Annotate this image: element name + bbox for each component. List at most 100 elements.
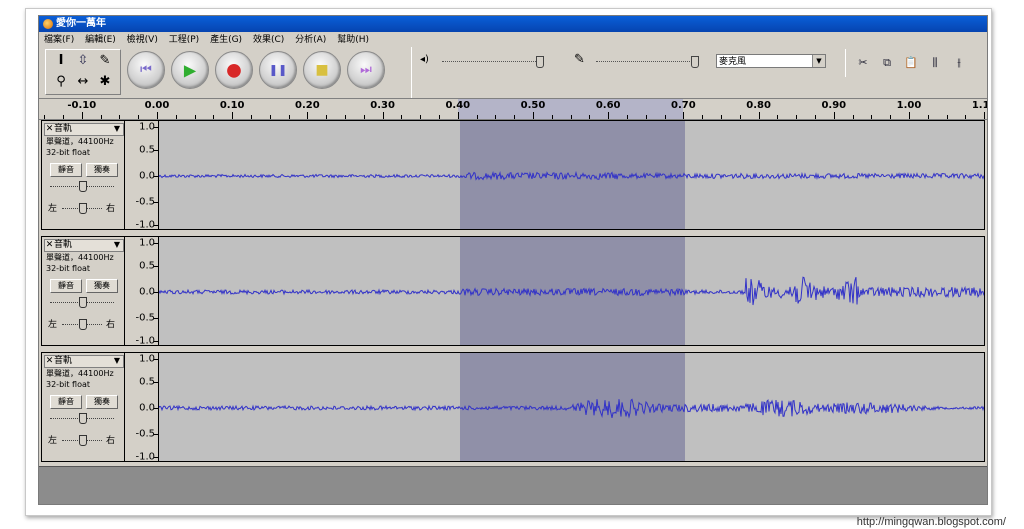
chevron-down-icon[interactable]: ▼ <box>114 124 120 134</box>
gain-slider[interactable] <box>50 413 116 424</box>
ruler-label: 0.30 <box>370 100 395 111</box>
amplitude-label: 0.0 <box>139 170 155 182</box>
skip-end-button[interactable]: ⏭ <box>347 51 385 89</box>
audio-track: ✕音軌 ▼ 單聲道，44100Hz 32-bit float 靜音 獨奏 左 右… <box>41 352 985 464</box>
solo-button[interactable]: 獨奏 <box>86 395 118 409</box>
paste-icon[interactable]: 📋 <box>902 55 920 71</box>
amplitude-tick <box>154 225 158 226</box>
menu-analyze[interactable]: 分析(A) <box>295 35 326 45</box>
stop-button[interactable]: ■ <box>303 51 341 89</box>
track-name-menu[interactable]: ✕音軌 ▼ <box>44 123 124 136</box>
amplitude-label: 1.0 <box>139 121 155 133</box>
waveform-area[interactable] <box>159 352 985 462</box>
mixer-toolbar: ◂) ✎ 麥克風 ▼ <box>411 47 842 99</box>
pan-slider-knob[interactable] <box>79 203 87 214</box>
multi-tool-icon[interactable]: ✱ <box>94 73 116 91</box>
waveform-area[interactable] <box>159 120 985 230</box>
ruler-label: 0.20 <box>295 100 320 111</box>
amplitude-ruler: 1.0 0.5 0.0 -0.5 -1.0 <box>125 120 159 231</box>
trim-icon[interactable]: ⫼ <box>926 55 944 71</box>
gain-slider[interactable] <box>50 181 116 192</box>
chevron-down-icon[interactable]: ▼ <box>114 240 120 250</box>
copy-icon[interactable]: ⧉ <box>878 55 896 71</box>
menu-file[interactable]: 檔案(F) <box>44 35 74 45</box>
ruler-tick <box>871 115 873 119</box>
solo-button[interactable]: 獨奏 <box>86 279 118 293</box>
track-rate: 單聲道，44100Hz <box>46 137 114 146</box>
silence-icon[interactable]: ⫲ <box>950 55 968 71</box>
gain-slider-knob[interactable] <box>79 413 87 424</box>
ruler-tick <box>194 115 196 119</box>
close-icon[interactable]: ✕ <box>45 124 54 134</box>
pan-slider-knob[interactable] <box>79 319 87 330</box>
ruler-tick <box>815 115 816 119</box>
track-rate: 單聲道，44100Hz <box>46 369 114 378</box>
menu-bar: 檔案(F) 編輯(E) 檢視(V) 工程(P) 產生(G) 效果(C) 分析(A… <box>39 33 987 47</box>
mute-button[interactable]: 靜音 <box>50 395 82 409</box>
selection-tool-icon[interactable]: I <box>50 52 72 70</box>
waveform-area[interactable] <box>159 236 985 346</box>
envelope-tool-icon[interactable]: ⇳ <box>72 52 94 70</box>
ruler-tick <box>326 115 328 119</box>
input-source-select[interactable]: 麥克風 ▼ <box>716 54 826 68</box>
ruler-tick <box>232 112 234 119</box>
stop-icon: ■ <box>315 62 329 78</box>
amplitude-ruler: 1.0 0.5 0.0 -0.5 -1.0 <box>125 236 159 347</box>
amplitude-tick <box>154 243 158 244</box>
pan-slider[interactable] <box>62 319 104 330</box>
ruler-tick <box>965 115 967 119</box>
ruler-tick <box>307 112 309 119</box>
output-volume-slider[interactable] <box>536 56 544 68</box>
amplitude-tick <box>154 434 158 435</box>
waveform-line <box>159 276 984 306</box>
gain-slider[interactable] <box>50 297 116 308</box>
amplitude-label: -0.5 <box>135 428 155 440</box>
menu-effect[interactable]: 效果(C) <box>253 35 284 45</box>
draw-tool-icon[interactable]: ✎ <box>94 52 116 70</box>
gain-slider-knob[interactable] <box>79 297 87 308</box>
waveform-line <box>159 398 984 419</box>
input-volume-slider[interactable] <box>691 56 699 68</box>
ruler-tick <box>495 115 497 119</box>
record-button[interactable]: ● <box>215 51 253 89</box>
skip-start-button[interactable]: ⏮ <box>127 51 165 89</box>
ruler-label: 0.90 <box>821 100 847 111</box>
track-name-menu[interactable]: ✕音軌 ▼ <box>44 239 124 252</box>
amplitude-tick <box>154 127 158 128</box>
pause-button[interactable]: ❚❚ <box>259 51 297 89</box>
ruler-label: -0.10 <box>67 100 97 111</box>
ruler-tick <box>213 115 215 119</box>
timeline-ruler[interactable]: -0.10 0.00 0.10 0.20 0.30 0.40 0.50 0.60 0.70 0.8… <box>39 98 987 120</box>
close-icon[interactable]: ✕ <box>45 240 54 250</box>
close-icon[interactable]: ✕ <box>45 356 54 366</box>
ruler-tick <box>251 115 252 119</box>
title-bar: 愛你一萬年 <box>39 16 987 32</box>
amplitude-label: 0.5 <box>139 376 155 388</box>
play-button[interactable]: ▶ <box>171 51 209 89</box>
menu-generate[interactable]: 產生(G) <box>210 35 242 45</box>
timeshift-tool-icon[interactable]: ↔ <box>72 73 94 91</box>
amplitude-tick <box>154 292 158 293</box>
chevron-down-icon[interactable]: ▼ <box>812 55 825 67</box>
empty-track-area[interactable] <box>39 466 987 504</box>
menu-project[interactable]: 工程(P) <box>169 35 199 45</box>
mute-button[interactable]: 靜音 <box>50 279 82 293</box>
mute-button[interactable]: 靜音 <box>50 163 82 177</box>
cut-icon[interactable]: ✂ <box>854 55 872 71</box>
track-name-menu[interactable]: ✕音軌 ▼ <box>44 355 124 368</box>
gain-slider-knob[interactable] <box>79 181 87 192</box>
zoom-tool-icon[interactable]: ⚲ <box>50 73 72 91</box>
ruler-tick <box>439 115 440 119</box>
menu-edit[interactable]: 編輯(E) <box>85 35 116 45</box>
amplitude-ruler: 1.0 0.5 0.0 -0.5 -1.0 <box>125 352 159 463</box>
menu-view[interactable]: 檢視(V) <box>127 35 158 45</box>
pan-slider[interactable] <box>62 203 104 214</box>
solo-button[interactable]: 獨奏 <box>86 163 118 177</box>
amplitude-tick <box>154 382 158 383</box>
menu-help[interactable]: 幫助(H) <box>337 35 369 45</box>
pan-slider-knob[interactable] <box>79 435 87 446</box>
pan-slider[interactable] <box>62 435 104 446</box>
pan-right-label: 右 <box>106 320 116 330</box>
chevron-down-icon[interactable]: ▼ <box>114 356 120 366</box>
track-bits: 32-bit float <box>46 148 91 157</box>
